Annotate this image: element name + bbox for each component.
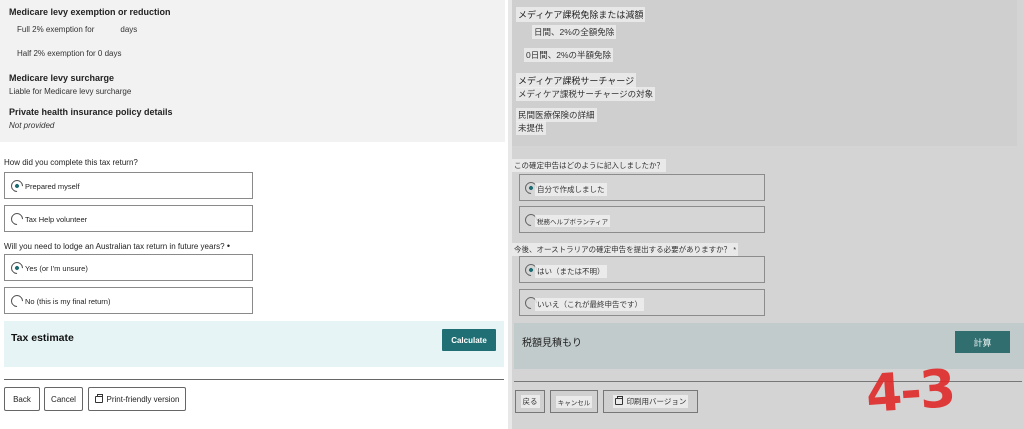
printer-icon [614, 396, 623, 405]
radio-selected-icon[interactable] [8, 177, 26, 195]
cancel-label-ja: キャンセル [555, 395, 593, 408]
question-how-completed-ja: この確定申告はどのように記入しましたか？ [512, 159, 666, 172]
tax-summary-section: Medicare levy exemption or reduction Ful… [0, 0, 505, 142]
question-future-returns-ja: 今後、オーストラリアの確定申告を提出する必要がありますか？ * [512, 243, 739, 256]
surcharge-value: Liable for Medicare levy surcharge [9, 87, 132, 96]
radio-unselected-icon[interactable] [8, 210, 26, 228]
print-friendly-button-ja[interactable]: 印刷用バージョン [603, 390, 698, 413]
option-tax-help-volunteer[interactable]: Tax Help volunteer [4, 205, 253, 232]
option-label-ja: 自分で作成しました [535, 183, 607, 196]
half-exemption-line: Half 2% exemption for 0 days [17, 49, 122, 58]
tax-estimate-title: Tax estimate [11, 332, 74, 344]
print-friendly-button[interactable]: Print-friendly version [88, 387, 186, 411]
japanese-panel: メディケア課税免除または減額 日間、2%の全額免除 0日間、2%の半額免除 メデ… [512, 0, 1024, 429]
printer-icon [94, 393, 103, 403]
print-label: Print-friendly version [106, 394, 180, 404]
english-panel: Medicare levy exemption or reduction Ful… [0, 0, 508, 429]
option-tax-help-volunteer-ja[interactable]: 税務ヘルプボランティア [519, 206, 765, 233]
calculate-button[interactable]: Calculate [442, 329, 496, 351]
calculate-button-ja[interactable]: 計算 [955, 331, 1010, 353]
phi-value: Not provided [9, 121, 55, 130]
full-exemption-suffix: days [120, 25, 138, 34]
back-label-ja: 戻る [520, 395, 540, 408]
surcharge-heading-ja: メディケア課税サーチャージ [516, 73, 637, 88]
required-mark: • [226, 241, 230, 251]
question-text: Will you need to lodge an Australian tax… [4, 242, 225, 251]
option-label-ja: いいえ（これが最終申告です） [535, 298, 644, 311]
radio-unselected-icon[interactable] [8, 292, 26, 310]
tax-summary-section-ja: メディケア課税免除または減額 日間、2%の全額免除 0日間、2%の半額免除 メデ… [512, 0, 1017, 146]
option-label: Yes (or I'm unsure) [25, 264, 88, 273]
exemption-heading-ja: メディケア課税免除または減額 [516, 7, 646, 22]
question-how-completed: How did you complete this tax return? [4, 158, 138, 167]
option-label-ja: はい（または不明） [535, 265, 607, 278]
half-exemption-line-ja: 0日間、2%の半額免除 [524, 48, 614, 62]
question-future-returns: Will you need to lodge an Australian tax… [4, 241, 230, 251]
radio-selected-icon[interactable] [8, 259, 26, 277]
back-button[interactable]: Back [4, 387, 40, 411]
cancel-button-ja[interactable]: キャンセル [550, 390, 598, 413]
option-yes-unsure-ja[interactable]: はい（または不明） [519, 256, 765, 283]
option-final-return[interactable]: No (this is my final return) [4, 287, 253, 314]
surcharge-heading: Medicare levy surcharge [9, 73, 115, 83]
phi-heading-ja: 民間医療保険の詳細 [516, 108, 597, 122]
full-exemption-prefix: Full 2% exemption for [17, 25, 95, 34]
print-label-ja: 印刷用バージョン [626, 397, 687, 406]
divider-line [4, 379, 504, 380]
full-exemption-line: Full 2% exemption for days [17, 25, 137, 34]
exemption-heading: Medicare levy exemption or reduction [9, 7, 171, 17]
option-label-ja: 税務ヘルプボランティア [535, 215, 611, 227]
option-label: No (this is my final return) [25, 297, 111, 306]
cancel-button[interactable]: Cancel [44, 387, 83, 411]
back-button-ja[interactable]: 戻る [515, 390, 545, 413]
option-prepared-myself[interactable]: Prepared myself [4, 172, 253, 199]
surcharge-value-ja: メディケア課税サーチャージの対象 [516, 87, 656, 101]
option-label: Prepared myself [25, 182, 80, 191]
tax-estimate-title-ja: 税額見積もり [522, 338, 582, 349]
option-final-return-ja[interactable]: いいえ（これが最終申告です） [519, 289, 765, 316]
page-number-stamp: 4-3 [864, 359, 956, 425]
option-label: Tax Help volunteer [25, 215, 88, 224]
option-yes-unsure[interactable]: Yes (or I'm unsure) [4, 254, 253, 281]
full-exemption-line-ja: 日間、2%の全額免除 [532, 25, 617, 39]
tax-estimate-panel: Tax estimate Calculate [4, 321, 504, 367]
phi-value-ja: 未提供 [516, 121, 546, 135]
phi-heading: Private health insurance policy details [9, 107, 173, 117]
option-prepared-myself-ja[interactable]: 自分で作成しました [519, 174, 765, 201]
